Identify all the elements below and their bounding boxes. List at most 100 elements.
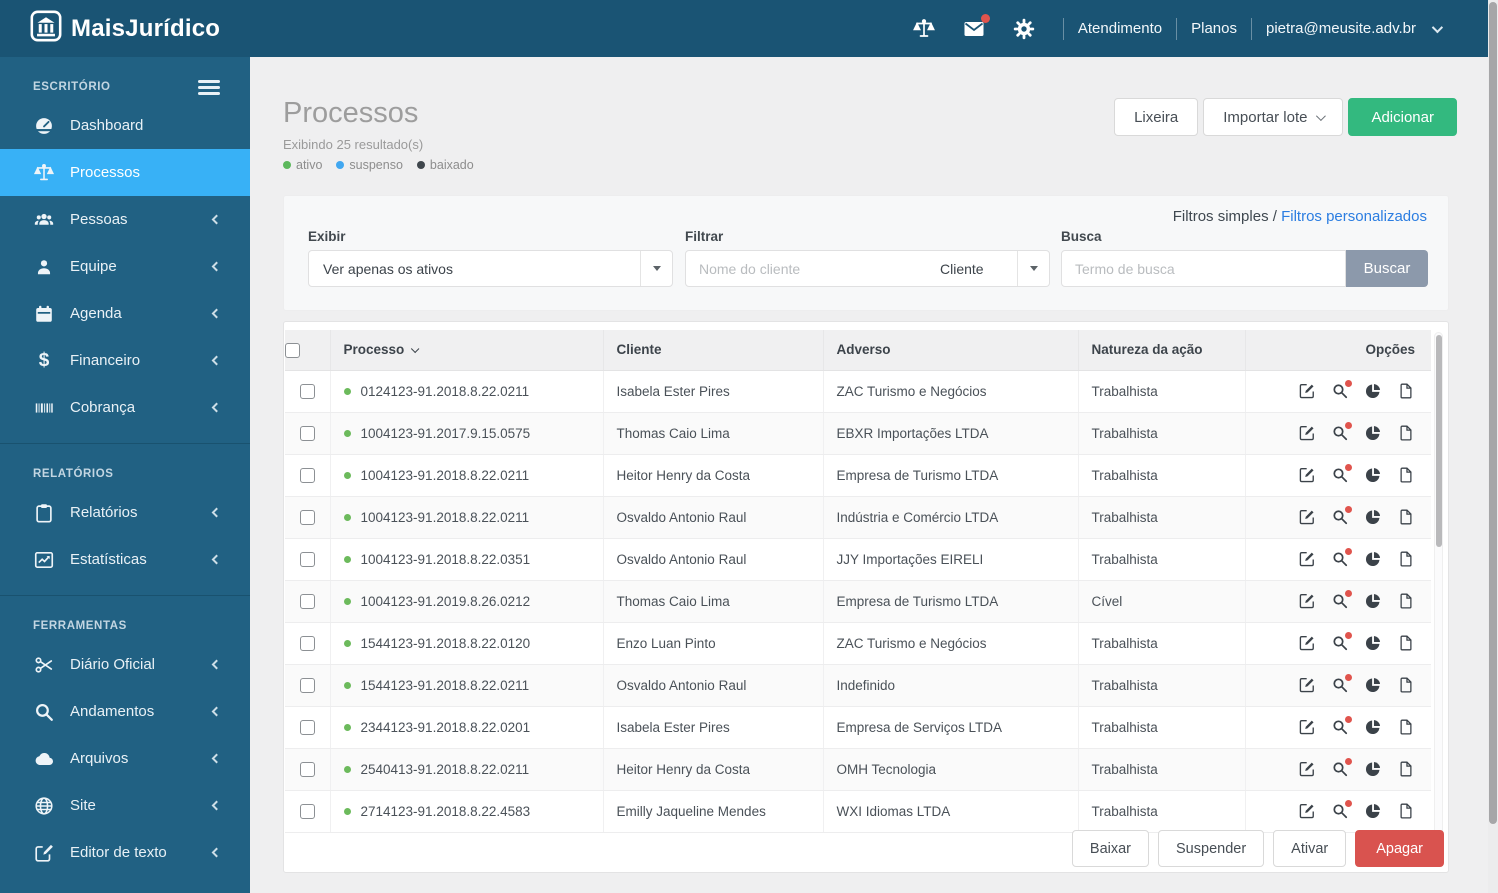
filters-custom-link[interactable]: Filtros personalizados	[1281, 208, 1427, 225]
sidebar-item-financeiro[interactable]: $ Financeiro	[0, 337, 250, 384]
filters-simple-link[interactable]: Filtros simples	[1173, 208, 1269, 225]
gear-icon[interactable]	[1012, 17, 1036, 41]
pie-chart-icon[interactable]	[1364, 802, 1382, 820]
search-button[interactable]: Buscar	[1346, 250, 1428, 287]
sidebar-item-estatisticas[interactable]: Estatísticas	[0, 536, 250, 583]
file-icon[interactable]	[1397, 676, 1415, 694]
pie-chart-icon[interactable]	[1364, 676, 1382, 694]
edit-icon[interactable]	[1298, 592, 1316, 610]
ativar-button[interactable]: Ativar	[1273, 830, 1347, 867]
sidebar-item-equipe[interactable]: Equipe	[0, 243, 250, 290]
pie-chart-icon[interactable]	[1364, 382, 1382, 400]
baixar-button[interactable]: Baixar	[1071, 830, 1150, 867]
search-icon[interactable]	[1331, 422, 1352, 442]
section-title-relatorios: RELATÓRIOS	[33, 468, 114, 480]
pie-chart-icon[interactable]	[1364, 550, 1382, 568]
file-icon[interactable]	[1397, 508, 1415, 526]
search-icon[interactable]	[1331, 590, 1352, 610]
edit-icon[interactable]	[1298, 676, 1316, 694]
menu-atendimento[interactable]: Atendimento	[1078, 20, 1162, 37]
edit-icon[interactable]	[1298, 424, 1316, 442]
exibir-select[interactable]: Ver apenas os ativos	[308, 250, 673, 287]
pie-chart-icon[interactable]	[1364, 466, 1382, 484]
suspender-button[interactable]: Suspender	[1158, 830, 1265, 867]
client-name: Emilly Jaqueline Mendes	[616, 803, 766, 819]
sidebar-item-cobranca[interactable]: Cobrança	[0, 384, 250, 431]
table-scrollbar[interactable]	[1434, 332, 1443, 862]
chevron-down-icon[interactable]	[1431, 21, 1444, 33]
sidebar-item-relatorios[interactable]: Relatórios	[0, 489, 250, 536]
menu-collapse-icon[interactable]	[198, 77, 220, 98]
edit-icon[interactable]	[1298, 466, 1316, 484]
search-icon[interactable]	[1331, 464, 1352, 484]
search-icon[interactable]	[1331, 632, 1352, 652]
sidebar-item-site[interactable]: Site	[0, 782, 250, 829]
row-checkbox[interactable]	[299, 761, 315, 777]
apagar-button[interactable]: Apagar	[1355, 830, 1444, 867]
select-all-checkbox[interactable]	[285, 342, 300, 358]
row-checkbox[interactable]	[299, 677, 315, 693]
file-icon[interactable]	[1397, 802, 1415, 820]
search-icon[interactable]	[1331, 674, 1352, 694]
edit-icon[interactable]	[1298, 802, 1316, 820]
filter-type-select[interactable]: Cliente	[926, 250, 1050, 287]
file-icon[interactable]	[1397, 550, 1415, 568]
row-checkbox[interactable]	[299, 635, 315, 651]
row-checkbox[interactable]	[299, 719, 315, 735]
brand-logo[interactable]: MaisJurídico	[30, 10, 220, 47]
row-checkbox[interactable]	[299, 425, 315, 441]
search-icon[interactable]	[1331, 506, 1352, 526]
sidebar-item-dashboard[interactable]: Dashboard	[0, 102, 250, 149]
row-checkbox[interactable]	[299, 383, 315, 399]
row-checkbox[interactable]	[299, 803, 315, 819]
edit-icon[interactable]	[1298, 382, 1316, 400]
pie-chart-icon[interactable]	[1364, 592, 1382, 610]
trash-button[interactable]: Lixeira	[1114, 98, 1199, 136]
mail-icon[interactable]	[962, 13, 990, 41]
sidebar-item-andamentos[interactable]: Andamentos	[0, 688, 250, 735]
search-term-input[interactable]	[1061, 250, 1346, 287]
row-checkbox[interactable]	[299, 593, 315, 609]
balance-icon[interactable]	[912, 17, 936, 41]
edit-icon[interactable]	[1298, 508, 1316, 526]
row-checkbox[interactable]	[299, 551, 315, 567]
import-batch-button[interactable]: Importar lote	[1203, 98, 1344, 136]
sidebar-item-pessoas[interactable]: Pessoas	[0, 196, 250, 243]
page-scrollbar[interactable]	[1488, 0, 1498, 893]
row-checkbox[interactable]	[299, 467, 315, 483]
client-name-input[interactable]	[685, 250, 927, 287]
edit-icon[interactable]	[1298, 634, 1316, 652]
file-icon[interactable]	[1397, 424, 1415, 442]
table-scrollbar-thumb[interactable]	[1435, 335, 1442, 547]
file-icon[interactable]	[1397, 718, 1415, 736]
page-scrollbar-thumb[interactable]	[1489, 2, 1497, 824]
pie-chart-icon[interactable]	[1364, 760, 1382, 778]
search-icon[interactable]	[1331, 380, 1352, 400]
sidebar-item-arquivos[interactable]: Arquivos	[0, 735, 250, 782]
sidebar-item-diario-oficial[interactable]: Diário Oficial	[0, 641, 250, 688]
search-icon[interactable]	[1331, 716, 1352, 736]
pie-chart-icon[interactable]	[1364, 424, 1382, 442]
account-email[interactable]: pietra@meusite.adv.br	[1266, 20, 1416, 37]
edit-icon[interactable]	[1298, 760, 1316, 778]
file-icon[interactable]	[1397, 760, 1415, 778]
file-icon[interactable]	[1397, 466, 1415, 484]
edit-icon[interactable]	[1298, 550, 1316, 568]
edit-icon[interactable]	[1298, 718, 1316, 736]
sidebar-item-processos[interactable]: Processos	[0, 149, 250, 196]
add-button[interactable]: Adicionar	[1348, 98, 1457, 136]
search-icon[interactable]	[1331, 758, 1352, 778]
row-checkbox[interactable]	[299, 509, 315, 525]
search-icon[interactable]	[1331, 548, 1352, 568]
sidebar-item-editor-de-texto[interactable]: Editor de texto	[0, 829, 250, 876]
menu-planos[interactable]: Planos	[1191, 20, 1237, 37]
pie-chart-icon[interactable]	[1364, 508, 1382, 526]
sidebar-item-agenda[interactable]: Agenda	[0, 290, 250, 337]
pie-chart-icon[interactable]	[1364, 718, 1382, 736]
column-processo[interactable]: Processo	[330, 330, 604, 371]
pie-chart-icon[interactable]	[1364, 634, 1382, 652]
file-icon[interactable]	[1397, 592, 1415, 610]
search-icon[interactable]	[1331, 800, 1352, 820]
file-icon[interactable]	[1397, 634, 1415, 652]
file-icon[interactable]	[1397, 382, 1415, 400]
